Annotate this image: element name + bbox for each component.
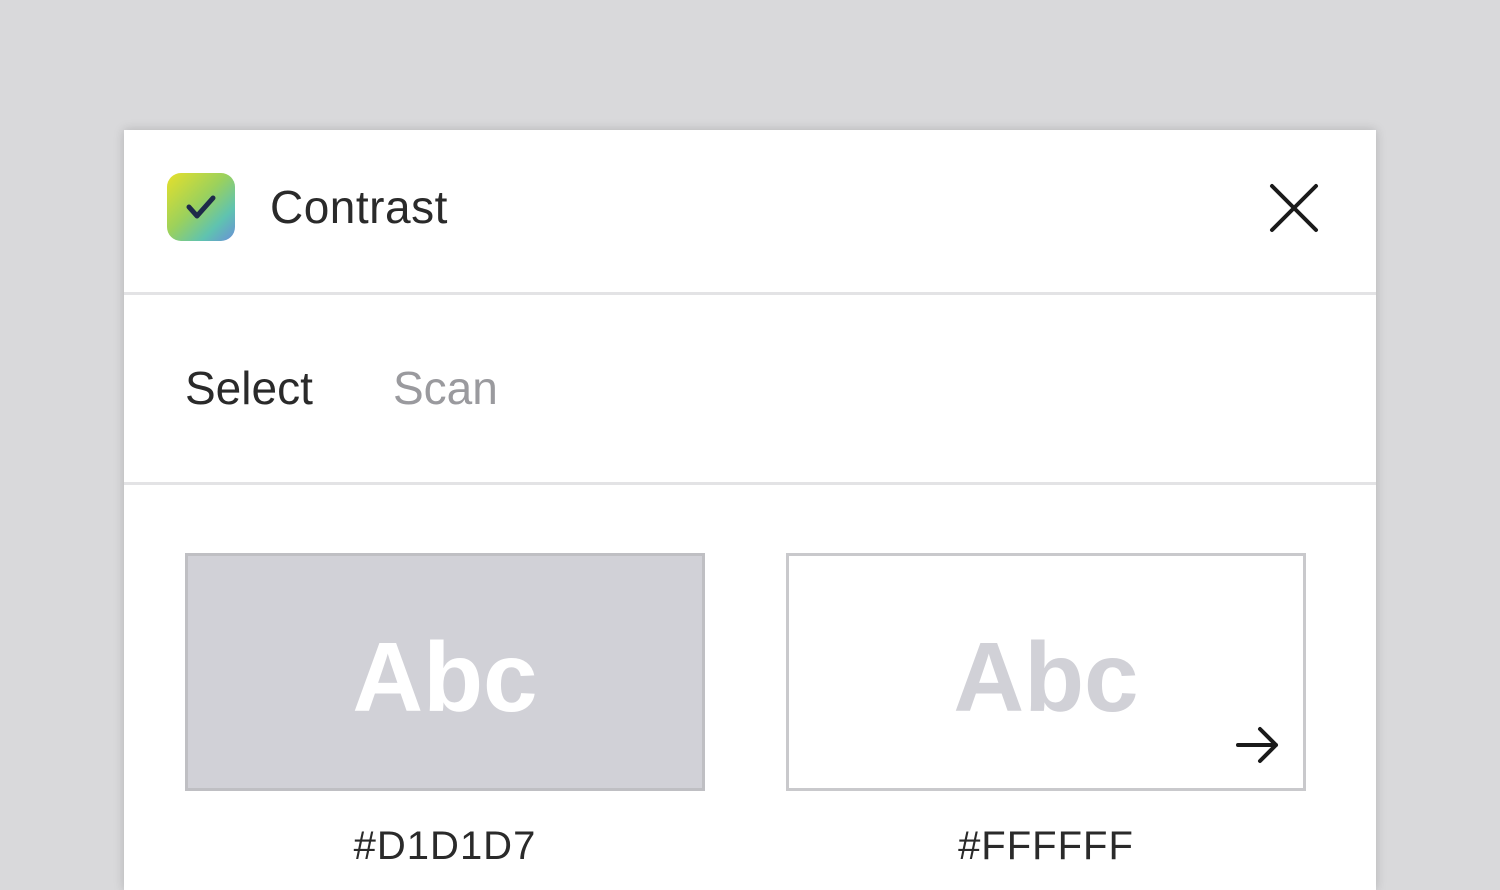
foreground-color-swatch[interactable]: Abc (786, 553, 1306, 791)
swatch-sample-text: Abc (352, 621, 538, 732)
tab-select[interactable]: Select (185, 361, 313, 415)
close-icon[interactable] (1264, 178, 1324, 238)
tab-bar: Select Scan (124, 295, 1376, 485)
panel-header: Contrast (124, 130, 1376, 295)
arrow-right-icon[interactable] (1234, 723, 1282, 767)
swatch-sample-text: Abc (953, 621, 1139, 732)
background-hex-label[interactable]: #D1D1D7 (185, 824, 705, 869)
checkmark-app-icon (167, 173, 235, 241)
foreground-hex-label[interactable]: #FFFFFF (786, 824, 1306, 869)
contrast-plugin-panel: Contrast Select Scan Abc Abc #D1D1D7 #FF… (124, 130, 1376, 890)
background-color-swatch[interactable]: Abc (185, 553, 705, 791)
tab-scan[interactable]: Scan (393, 361, 498, 415)
panel-title: Contrast (270, 181, 448, 233)
